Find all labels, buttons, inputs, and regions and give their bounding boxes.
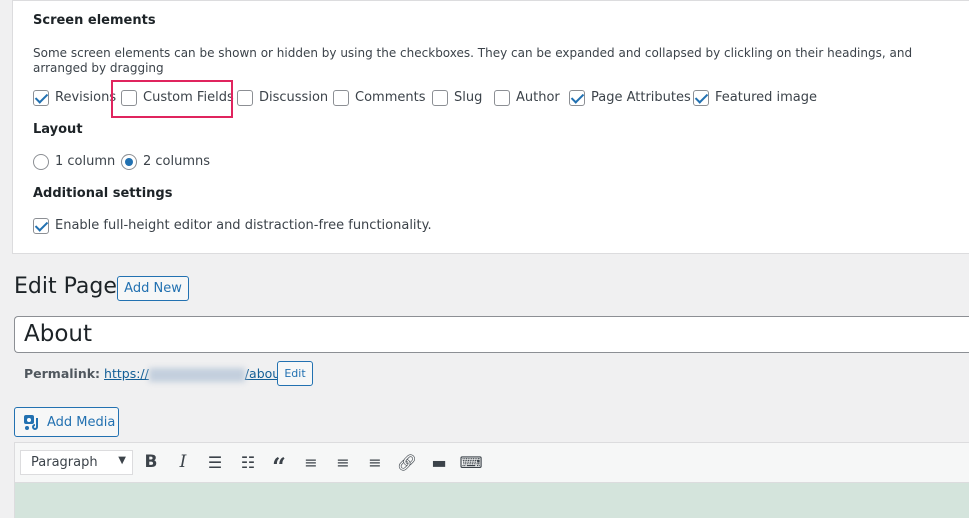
bulleted-list-icon[interactable]: ☰ — [205, 452, 225, 472]
radio-2-columns[interactable]: 2 columns — [121, 153, 210, 171]
add-media-button[interactable]: Add Media — [14, 407, 119, 437]
radio-circle — [33, 153, 49, 170]
radio-circle — [121, 153, 137, 170]
checkbox-box — [237, 89, 253, 106]
radio-label: 1 column — [55, 154, 116, 169]
blurred-domain — [148, 367, 245, 382]
checkbox-comments[interactable]: Comments — [333, 89, 425, 107]
media-icon — [24, 415, 38, 430]
checkbox-page-attributes[interactable]: Page Attributes — [569, 89, 691, 107]
checkbox-featured-image[interactable]: Featured image — [693, 89, 817, 107]
checkbox-box — [569, 89, 585, 106]
align-left-icon[interactable]: ≡ — [301, 452, 321, 472]
link-icon[interactable]: 🔗︎ — [397, 452, 417, 472]
read-more-icon[interactable]: ▬ — [429, 452, 449, 472]
italic-icon[interactable]: I — [173, 452, 193, 472]
radio-1-column[interactable]: 1 column — [33, 153, 115, 171]
numbered-list-icon[interactable]: ☷ — [238, 452, 258, 472]
checkbox-label: Revisions — [55, 90, 117, 105]
checkbox-author[interactable]: Author — [494, 89, 560, 107]
screen-options-panel — [12, 0, 969, 254]
editor-content-area[interactable] — [14, 483, 969, 518]
blockquote-icon[interactable]: “ — [269, 452, 289, 479]
checkbox-box — [333, 89, 349, 106]
checkbox-label: Slug — [454, 90, 483, 105]
checkbox-label: Page Attributes — [591, 90, 691, 105]
checkbox-label: Discussion — [259, 90, 329, 105]
checkbox-discussion[interactable]: Discussion — [237, 89, 328, 107]
checkbox-box — [494, 89, 510, 106]
bold-icon[interactable]: B — [141, 452, 161, 472]
full-height-editor-checkbox[interactable]: Enable full-height editor and distractio… — [33, 217, 432, 235]
checkbox-box — [33, 217, 49, 234]
align-right-icon[interactable]: ≡ — [365, 452, 385, 472]
permalink-label: Permalink: — [24, 366, 101, 381]
permalink-prefix: https:// — [104, 366, 149, 381]
checkbox-box — [693, 89, 709, 106]
radio-label: 2 columns — [143, 154, 211, 169]
title-input[interactable]: About — [14, 316, 969, 353]
permalink: Permalink: https:///about/ — [24, 366, 289, 382]
add-new-button[interactable]: Add New — [117, 276, 189, 301]
highlight-box — [111, 80, 233, 118]
checkbox-label: Comments — [355, 90, 426, 105]
checkbox-label: Author — [516, 90, 560, 105]
add-media-label: Add Media — [47, 414, 116, 430]
chevron-down-icon: ▼ — [118, 455, 126, 466]
toolbar-toggle-icon[interactable]: ⌨ — [459, 452, 482, 472]
checkbox-slug[interactable]: Slug — [432, 89, 482, 107]
additional-settings-heading: Additional settings — [33, 186, 173, 201]
checkbox-revisions[interactable]: Revisions — [33, 89, 116, 107]
layout-heading: Layout — [33, 122, 83, 137]
permalink-link[interactable]: https:///about/ — [104, 366, 289, 382]
edit-permalink-button[interactable]: Edit — [277, 361, 313, 386]
checkbox-box — [432, 89, 448, 106]
screen-elements-heading: Screen elements — [33, 13, 156, 28]
checkbox-label: Featured image — [715, 90, 818, 105]
format-select-value: Paragraph — [31, 455, 98, 470]
page-title: Edit Page — [14, 274, 117, 299]
screen-elements-description: Some screen elements can be shown or hid… — [33, 46, 913, 75]
align-center-icon[interactable]: ≡ — [333, 452, 353, 472]
format-select[interactable]: Paragraph ▼ — [20, 450, 133, 475]
checkbox-label: Enable full-height editor and distractio… — [55, 218, 432, 233]
checkbox-box — [33, 89, 49, 106]
